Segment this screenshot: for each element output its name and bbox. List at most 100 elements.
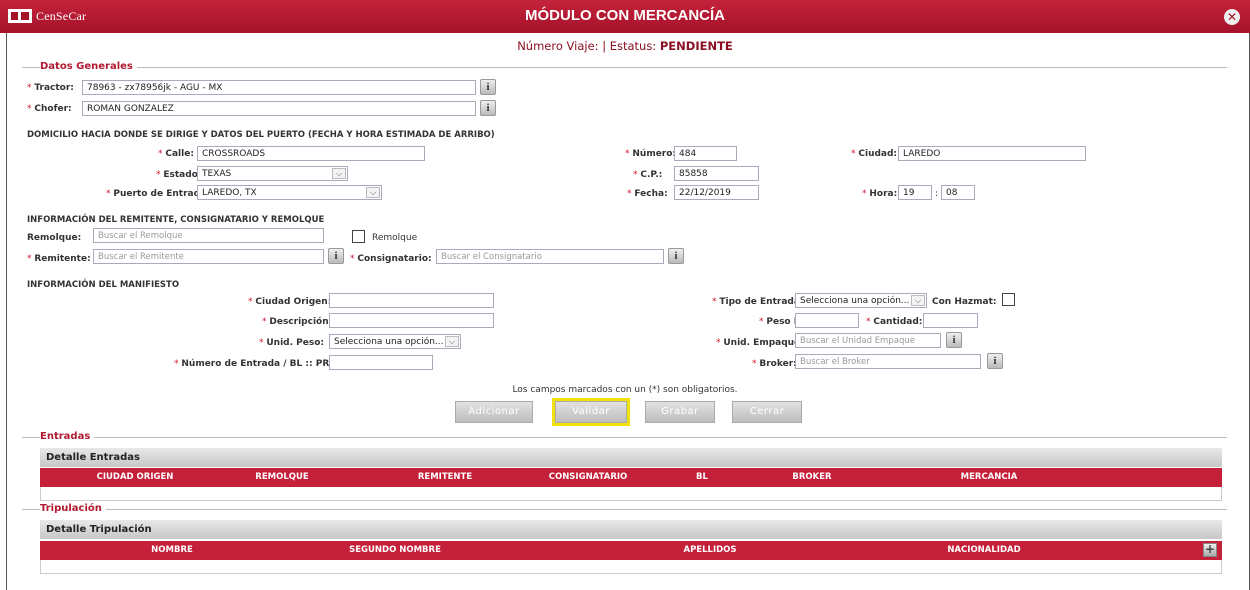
required-note: Los campos marcados con un (*) son oblig… <box>512 385 738 395</box>
trailer-label: Remolque: <box>27 233 82 243</box>
crew-grid-header: NOMBRE SEGUNDO NOMBRE APELLIDOS NACIONAL… <box>40 541 1222 560</box>
column-header[interactable]: MERCANCIA <box>961 468 1018 487</box>
entry-type-label: * Tipo de Entrada: <box>712 297 804 307</box>
entry-type-value: Selecciona una opción... <box>800 296 910 306</box>
state-select[interactable]: TEXAS ⌵ <box>197 166 348 181</box>
port-select[interactable]: LAREDO, TX ⌵ <box>197 185 382 200</box>
column-header[interactable]: SEGUNDO NOMBRE <box>349 541 441 560</box>
driver-field[interactable]: ROMAN GONZALEZ <box>82 101 476 116</box>
sender-search-input[interactable]: Buscar el Remitente <box>93 249 324 264</box>
package-unit-label: * Unid. Empaque: <box>716 338 804 348</box>
net-weight-field[interactable] <box>795 313 859 328</box>
info-icon[interactable]: i <box>480 100 496 116</box>
section-divider <box>22 509 1227 510</box>
sender-label: * Remitente: <box>27 254 91 264</box>
trailer-checkbox-label: Remolque <box>372 233 418 243</box>
date-field[interactable]: 22/12/2019 <box>674 185 759 200</box>
trip-label: Número Viaje: <box>517 39 599 53</box>
time-label: * Hora: <box>862 189 898 199</box>
weight-unit-value: Selecciona una opción... <box>334 337 444 347</box>
street-label: * Calle: <box>158 149 194 159</box>
page-title: MÓDULO CON MERCANCÍA <box>525 7 725 24</box>
validate-button[interactable]: Validar <box>552 398 630 426</box>
port-label: * Puerto de Entrada: <box>106 189 210 199</box>
street-field[interactable]: CROSSROADS <box>197 146 425 161</box>
broker-search-input[interactable]: Buscar el Broker <box>795 354 981 369</box>
manifest-heading: INFORMACIÓN DEL MANIFIESTO <box>27 280 180 290</box>
column-header[interactable]: NACIONALIDAD <box>947 541 1020 560</box>
crew-grid-body <box>40 560 1222 574</box>
origin-field[interactable] <box>329 293 494 308</box>
column-header[interactable]: APELLIDOS <box>683 541 736 560</box>
chevron-down-icon[interactable]: ⌵ <box>445 336 459 347</box>
number-label: * Número: <box>625 149 677 159</box>
section-divider <box>22 437 1227 438</box>
section-title-entries: Entradas <box>40 431 95 442</box>
entries-grid-title: Detalle Entradas <box>40 448 1222 467</box>
column-header[interactable]: REMOLQUE <box>255 468 308 487</box>
quantity-field[interactable] <box>923 313 978 328</box>
city-label: * Ciudad: <box>851 149 898 159</box>
title-bar: CenSeCar MÓDULO CON MERCANCÍA ✕ <box>0 0 1250 33</box>
entries-grid-body <box>40 487 1222 501</box>
trip-status-line: Número Viaje: | Estatus: PENDIENTE <box>517 39 733 53</box>
hour-field[interactable]: 19 <box>898 185 932 200</box>
entry-type-select[interactable]: Selecciona una opción... ⌵ <box>795 293 927 308</box>
date-label: * Fecha: <box>627 189 668 199</box>
crew-grid-title: Detalle Tripulación <box>40 520 1222 539</box>
chevron-down-icon[interactable]: ⌵ <box>911 295 925 306</box>
hazmat-label: Con Hazmat: <box>932 297 997 307</box>
number-field[interactable]: 484 <box>674 146 737 161</box>
column-header[interactable]: CIUDAD ORIGEN <box>97 468 174 487</box>
info-icon[interactable]: i <box>480 79 496 95</box>
state-label: * Estado: <box>156 170 202 180</box>
minute-field[interactable]: 08 <box>941 185 975 200</box>
status-label: Estatus: <box>609 39 657 53</box>
package-unit-search-input[interactable]: Buscar el Unidad Empaque <box>795 333 941 348</box>
add-button[interactable]: Adicionar <box>455 401 533 423</box>
description-field[interactable] <box>329 313 494 328</box>
save-button[interactable]: Grabar <box>645 401 715 423</box>
entry-number-label: * Número de Entrada / BL :: PRLM: <box>174 359 348 369</box>
consignee-label: * Consignatario: <box>350 254 432 264</box>
state-value: TEXAS <box>202 169 232 179</box>
info-icon[interactable]: i <box>668 248 684 264</box>
section-divider <box>22 67 1227 68</box>
consignee-search-input[interactable]: Buscar el Consignatario <box>436 249 664 264</box>
entry-number-field[interactable] <box>329 355 433 370</box>
description-label: * Descripción: <box>262 317 333 327</box>
chevron-down-icon[interactable]: ⌵ <box>332 168 346 179</box>
info-icon[interactable]: i <box>987 353 1003 369</box>
hazmat-checkbox[interactable] <box>1002 293 1015 306</box>
column-header[interactable]: BROKER <box>792 468 831 487</box>
section-title-general: Datos Generales <box>40 61 137 72</box>
tractor-field[interactable]: 78963 - zx78956jk - AGU - MX <box>82 80 476 95</box>
section-title-crew: Tripulación <box>40 503 106 514</box>
info-icon[interactable]: i <box>946 332 962 348</box>
trailer-search-input[interactable]: Buscar el Remolque <box>93 228 324 243</box>
city-field[interactable]: LAREDO <box>898 146 1086 161</box>
zip-label: * C.P.: <box>633 170 663 180</box>
chevron-down-icon[interactable]: ⌵ <box>366 187 380 198</box>
column-header[interactable]: CONSIGNATARIO <box>549 468 628 487</box>
tractor-label: * Tractor: <box>27 83 74 93</box>
column-header[interactable]: BL <box>696 468 708 487</box>
sender-heading: INFORMACIÓN DEL REMITENTE, CONSIGNATARIO… <box>27 215 325 225</box>
origin-label: * Ciudad Origen: <box>248 297 332 307</box>
driver-label: * Chofer: <box>27 104 72 114</box>
weight-unit-label: * Unid. Peso: <box>259 338 325 348</box>
column-header[interactable]: REMITENTE <box>418 468 472 487</box>
plus-icon[interactable]: + <box>1203 543 1217 557</box>
entries-grid-header: CIUDAD ORIGEN REMOLQUE REMITENTE CONSIGN… <box>40 468 1222 487</box>
quantity-label: * Cantidad: <box>866 317 923 327</box>
zip-field[interactable]: 85858 <box>674 166 759 181</box>
column-header[interactable]: NOMBRE <box>151 541 193 560</box>
address-heading: DOMICILIO HACIA DONDE SE DIRIGE Y DATOS … <box>27 130 495 140</box>
close-button[interactable]: Cerrar <box>732 401 802 423</box>
port-value: LAREDO, TX <box>202 188 257 198</box>
broker-label: * Broker: <box>752 359 797 369</box>
trailer-checkbox[interactable] <box>352 230 365 243</box>
weight-unit-select[interactable]: Selecciona una opción... ⌵ <box>329 334 461 349</box>
close-icon[interactable]: ✕ <box>1224 9 1240 25</box>
info-icon[interactable]: i <box>328 248 344 264</box>
